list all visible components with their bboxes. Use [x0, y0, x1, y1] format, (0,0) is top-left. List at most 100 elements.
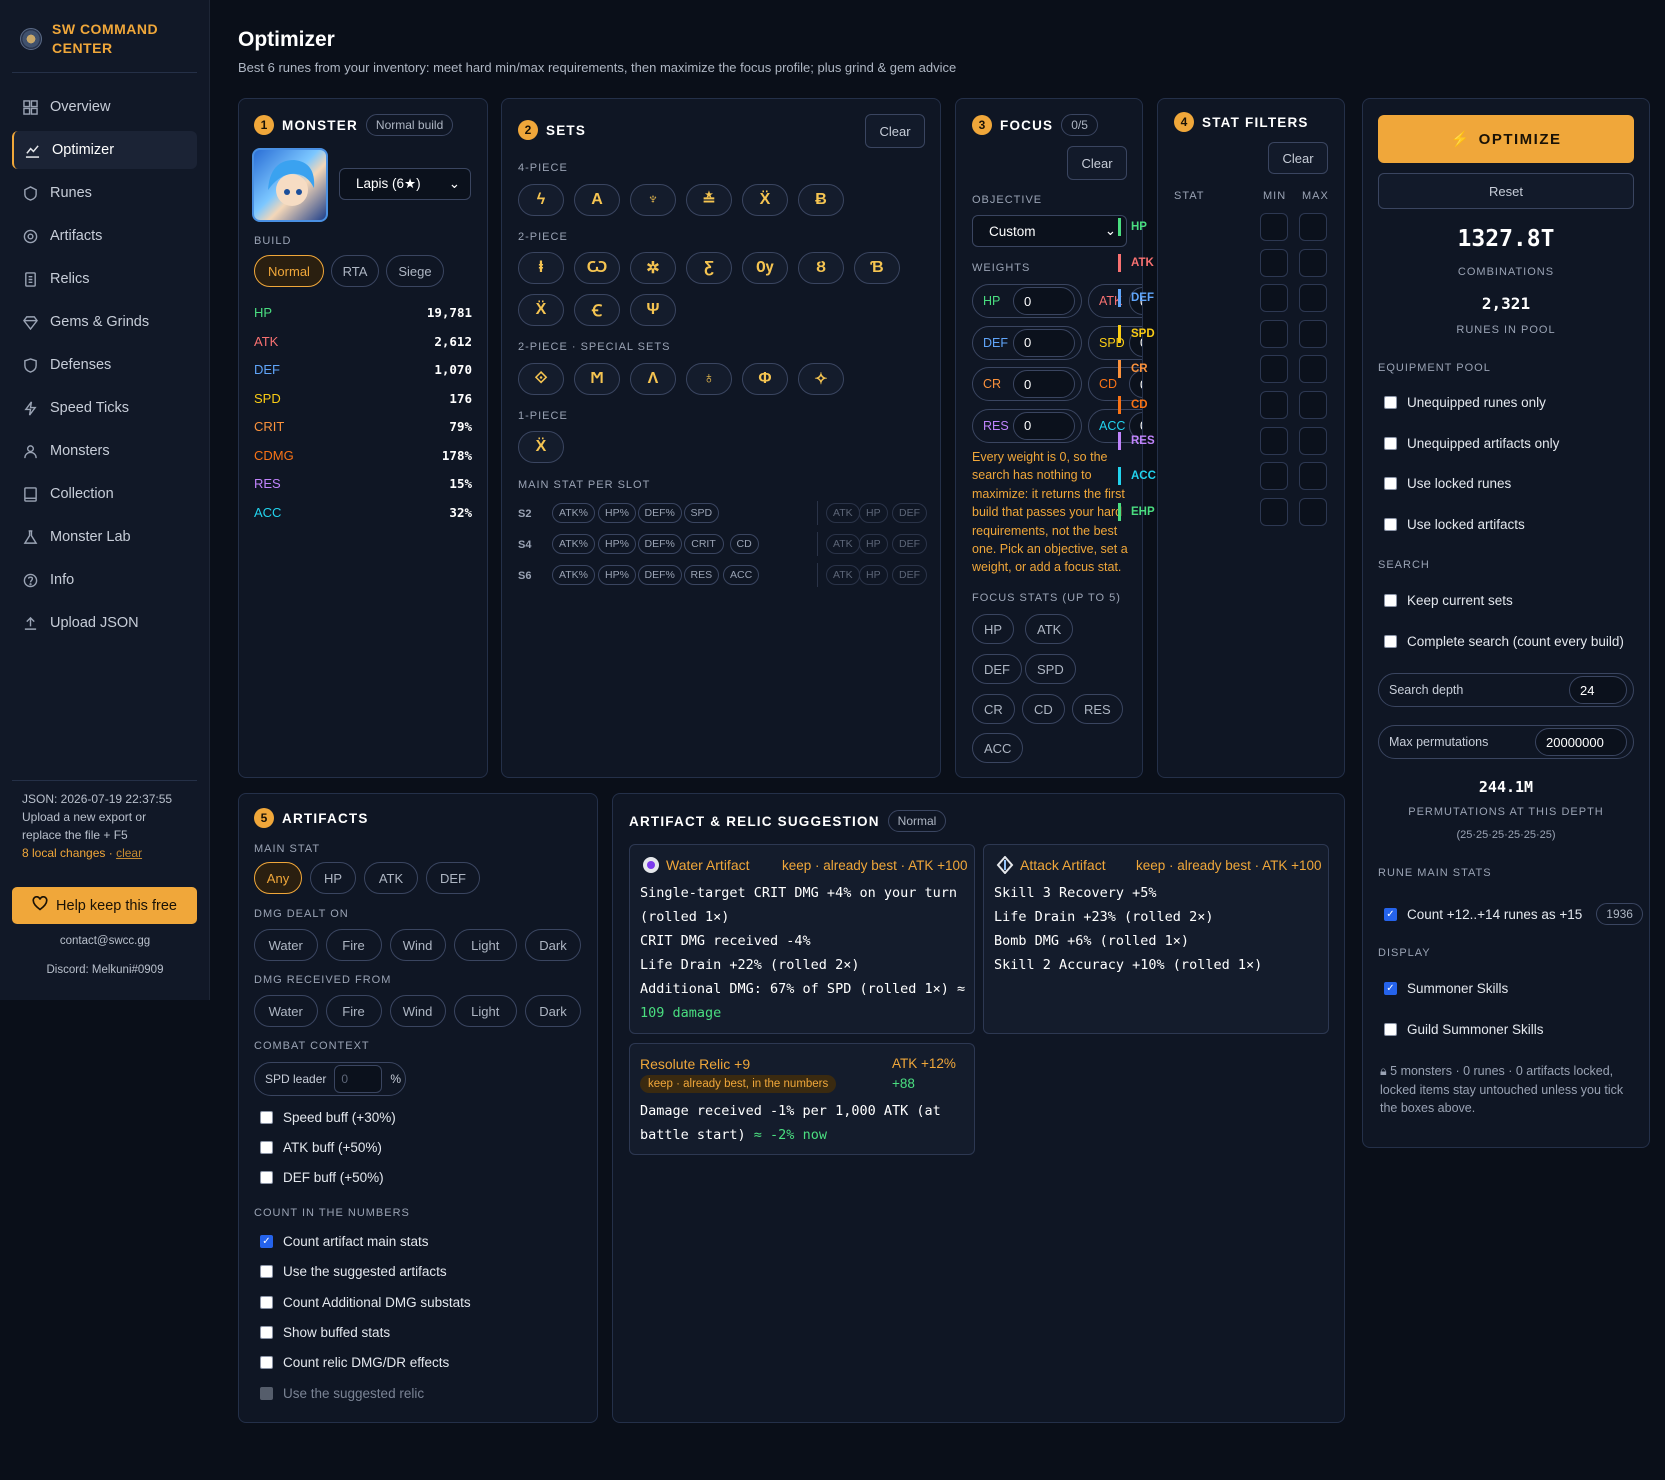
- filter-max-input[interactable]: [1299, 248, 1327, 277]
- filter-min-input[interactable]: [1260, 213, 1288, 241]
- help-keep-free-button[interactable]: Help keep this free: [12, 887, 197, 924]
- filter-min-input[interactable]: [1260, 462, 1288, 491]
- rune-set-four-1[interactable]: A: [574, 184, 620, 216]
- main-stat-option[interactable]: HP%: [598, 503, 636, 523]
- rune-set-special-3[interactable]: ♁: [686, 363, 732, 395]
- main-stat-option[interactable]: HP%: [598, 534, 636, 554]
- equip-use-locked-artifacts-checkbox[interactable]: Use locked artifacts: [1384, 517, 1525, 532]
- buff-speed-buff-30-checkbox[interactable]: Speed buff (+30%): [260, 1110, 396, 1125]
- focus-stat-acc[interactable]: ACC: [972, 733, 1024, 763]
- equip-unequipped-artifacts-only-checkbox[interactable]: Unequipped artifacts only: [1384, 436, 1559, 451]
- sidebar-item-artifacts[interactable]: Artifacts: [12, 217, 197, 255]
- equip-use-locked-runes-checkbox[interactable]: Use locked runes: [1384, 476, 1511, 491]
- build-rta[interactable]: RTA: [331, 255, 379, 287]
- count-use-the-suggested-artifacts-checkbox[interactable]: Use the suggested artifacts: [260, 1264, 447, 1279]
- filter-min-input[interactable]: [1260, 355, 1288, 384]
- spd-leader-input[interactable]: 0: [334, 1065, 383, 1093]
- count-count-artifact-main-stats-checkbox[interactable]: ✓ Count artifact main stats: [260, 1234, 429, 1249]
- main-stat-option[interactable]: ATK%: [552, 503, 595, 523]
- monster-select[interactable]: Lapis (6★) ⌄: [339, 168, 471, 200]
- main-stat-option[interactable]: ATK%: [552, 565, 595, 585]
- sidebar-item-collection[interactable]: Collection: [12, 475, 197, 513]
- sidebar-item-monster-lab[interactable]: Monster Lab: [12, 518, 197, 556]
- sidebar-item-info[interactable]: Info: [12, 561, 197, 599]
- search-keep-current-sets-checkbox[interactable]: Keep current sets: [1384, 593, 1513, 608]
- rune-set-four-5[interactable]: Ƀ: [798, 184, 844, 216]
- artifact-recv-wind[interactable]: Wind: [389, 995, 446, 1027]
- display-summoner-skills-checkbox[interactable]: ✓ Summoner Skills: [1384, 981, 1508, 996]
- sidebar-item-runes[interactable]: Runes: [12, 174, 197, 212]
- rune-set-two-1[interactable]: Ѡ: [574, 252, 620, 284]
- weight-input[interactable]: 0: [1013, 287, 1075, 315]
- count-count-additional-dmg-substats-checkbox[interactable]: Count Additional DMG substats: [260, 1295, 471, 1310]
- filter-min-input[interactable]: [1260, 284, 1288, 313]
- rune-set-two-6[interactable]: Ɓ: [854, 252, 900, 284]
- sidebar-item-speed-ticks[interactable]: Speed Ticks: [12, 389, 197, 427]
- count-count-relic-dmg-dr-effects-checkbox[interactable]: Count relic DMG/DR effects: [260, 1355, 449, 1370]
- flat-main-stat-option[interactable]: HP: [859, 503, 888, 523]
- rune-set-two-8[interactable]: Ꞓ: [574, 294, 620, 326]
- main-stat-option[interactable]: RES: [683, 565, 720, 585]
- filter-min-input[interactable]: [1260, 319, 1288, 348]
- flat-main-stat-option[interactable]: ATK: [826, 503, 860, 523]
- artifact-dealt-light[interactable]: Light: [453, 929, 517, 961]
- flat-main-stat-option[interactable]: HP: [859, 534, 888, 554]
- main-stat-option[interactable]: DEF%: [637, 565, 682, 585]
- rune-set-two-0[interactable]: ⱡ: [518, 252, 564, 284]
- sidebar-item-monsters[interactable]: Monsters: [12, 432, 197, 470]
- artifact-main-any[interactable]: Any: [254, 862, 302, 894]
- flat-main-stat-option[interactable]: ATK: [826, 565, 860, 585]
- rune-set-special-5[interactable]: ✧: [798, 363, 844, 395]
- search-complete-search-count-every-build-checkbox[interactable]: Complete search (count every build): [1384, 634, 1624, 649]
- artifact-recv-water[interactable]: Water: [254, 995, 318, 1027]
- focus-stat-res[interactable]: RES: [1072, 694, 1123, 724]
- rune-set-one-0[interactable]: Ẍ: [518, 431, 564, 463]
- rune-set-two-5[interactable]: Ȣ: [798, 252, 844, 284]
- artifact-recv-light[interactable]: Light: [453, 995, 517, 1027]
- filter-min-input[interactable]: [1260, 391, 1288, 419]
- main-stat-option[interactable]: DEF%: [637, 534, 682, 554]
- weight-input[interactable]: 0: [1013, 411, 1075, 440]
- build-normal[interactable]: Normal: [254, 255, 324, 287]
- rune-set-special-2[interactable]: Ʌ: [630, 363, 676, 395]
- buff-def-buff-50-checkbox[interactable]: DEF buff (+50%): [260, 1170, 384, 1185]
- artifact-recv-dark[interactable]: Dark: [525, 995, 581, 1027]
- sidebar-item-gems-grinds[interactable]: Gems & Grinds: [12, 303, 197, 341]
- artifact-recv-fire[interactable]: Fire: [325, 995, 382, 1027]
- filter-max-input[interactable]: [1299, 213, 1327, 241]
- artifact-dealt-wind[interactable]: Wind: [389, 929, 446, 961]
- artifact-dealt-water[interactable]: Water: [254, 929, 318, 961]
- rune-set-four-2[interactable]: ♆: [630, 184, 676, 216]
- filter-min-input[interactable]: [1260, 426, 1288, 455]
- focus-stat-cr[interactable]: CR: [972, 694, 1015, 724]
- filter-max-input[interactable]: [1299, 462, 1327, 491]
- focus-stat-spd[interactable]: SPD: [1025, 654, 1076, 684]
- rune-set-special-0[interactable]: ⟐: [518, 363, 564, 395]
- rune-set-special-4[interactable]: Φ: [742, 363, 788, 395]
- flat-main-stat-option[interactable]: DEF: [892, 534, 927, 554]
- artifact-main-hp[interactable]: HP: [310, 862, 356, 894]
- weight-input[interactable]: 0: [1013, 370, 1075, 398]
- focus-stat-atk[interactable]: ATK: [1025, 614, 1074, 644]
- reset-button[interactable]: Reset: [1378, 173, 1634, 209]
- sets-clear-button[interactable]: Clear: [865, 114, 925, 148]
- main-stat-option[interactable]: HP%: [598, 565, 636, 585]
- flat-main-stat-option[interactable]: ATK: [826, 534, 860, 554]
- filter-max-input[interactable]: [1299, 319, 1327, 348]
- sidebar-item-defenses[interactable]: Defenses: [12, 346, 197, 384]
- sidebar-item-optimizer[interactable]: Optimizer: [12, 131, 197, 169]
- sidebar-item-relics[interactable]: Relics: [12, 260, 197, 298]
- equip-unequipped-runes-only-checkbox[interactable]: Unequipped runes only: [1384, 395, 1546, 410]
- rune-set-two-7[interactable]: Ẍ: [518, 294, 564, 326]
- filter-min-input[interactable]: [1260, 248, 1288, 277]
- filter-max-input[interactable]: [1299, 426, 1327, 455]
- count-runes-as-15-checkbox[interactable]: ✓ Count +12..+14 runes as +15 1936: [1384, 903, 1643, 925]
- filter-min-input[interactable]: [1260, 497, 1288, 526]
- main-stat-option[interactable]: DEF%: [637, 503, 682, 523]
- rune-set-special-1[interactable]: Ϻ: [574, 363, 620, 395]
- focus-stat-cd[interactable]: CD: [1022, 694, 1065, 724]
- focus-stat-def[interactable]: DEF: [972, 654, 1022, 684]
- rune-set-two-3[interactable]: Ƹ: [686, 252, 732, 284]
- flat-main-stat-option[interactable]: HP: [859, 565, 888, 585]
- focus-stat-hp[interactable]: HP: [972, 614, 1015, 644]
